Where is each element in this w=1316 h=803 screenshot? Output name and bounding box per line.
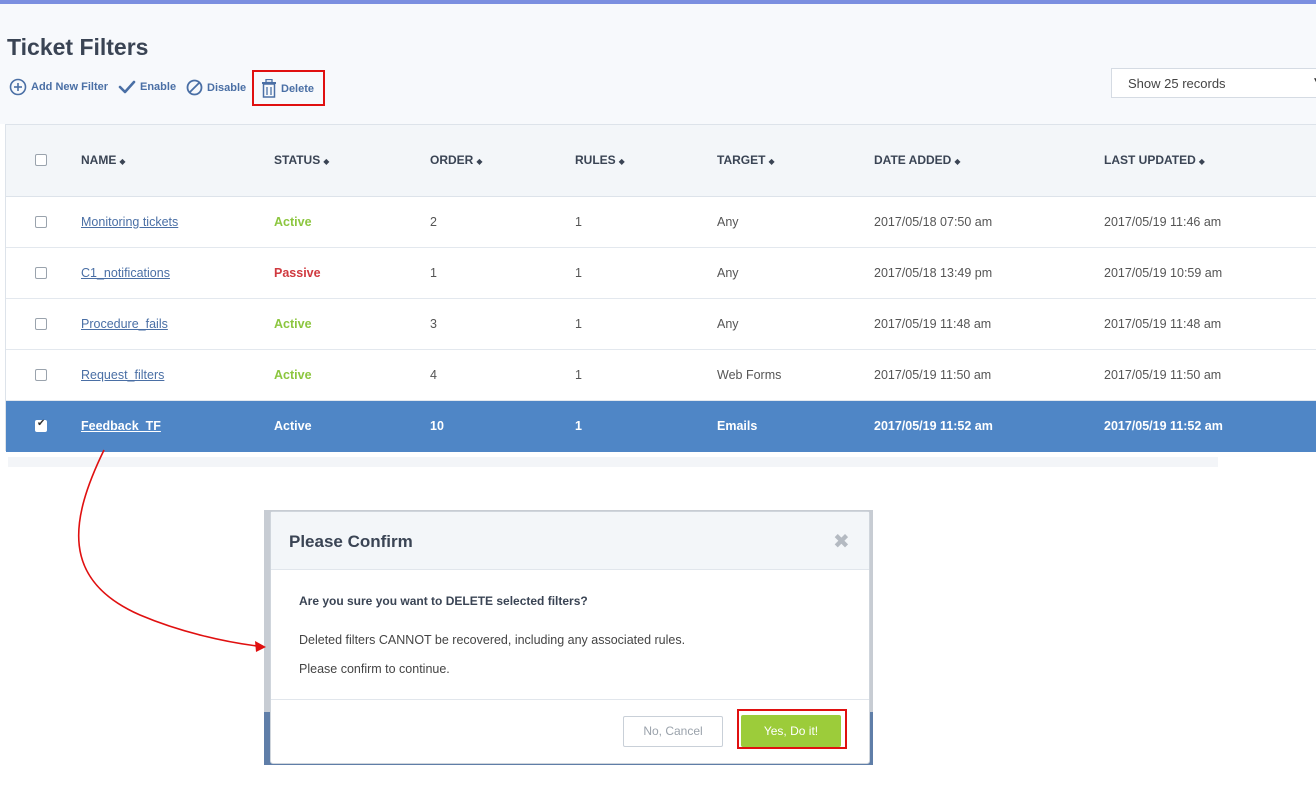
annotation-arrow xyxy=(77,449,266,652)
